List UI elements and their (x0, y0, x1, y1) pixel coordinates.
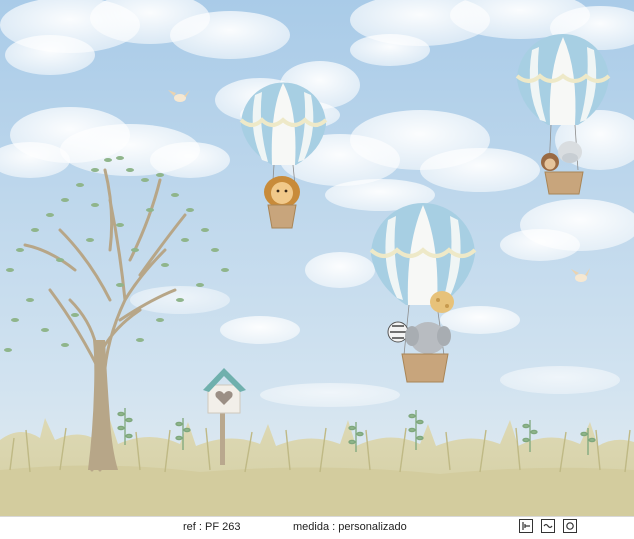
circle-icon[interactable] (563, 519, 577, 533)
wallpaper-preview: ref : PF 263 medida : personalizado (0, 0, 634, 539)
wallpaper-scene (0, 0, 634, 516)
footer-bar: ref : PF 263 medida : personalizado (0, 516, 634, 539)
wave-pattern-icon[interactable] (541, 519, 555, 533)
wall-fit-icon[interactable] (519, 519, 533, 533)
measure-label: medida : personalizado (293, 521, 407, 533)
giraffe-icon (430, 291, 454, 313)
reference-label: ref : PF 263 (183, 521, 241, 533)
